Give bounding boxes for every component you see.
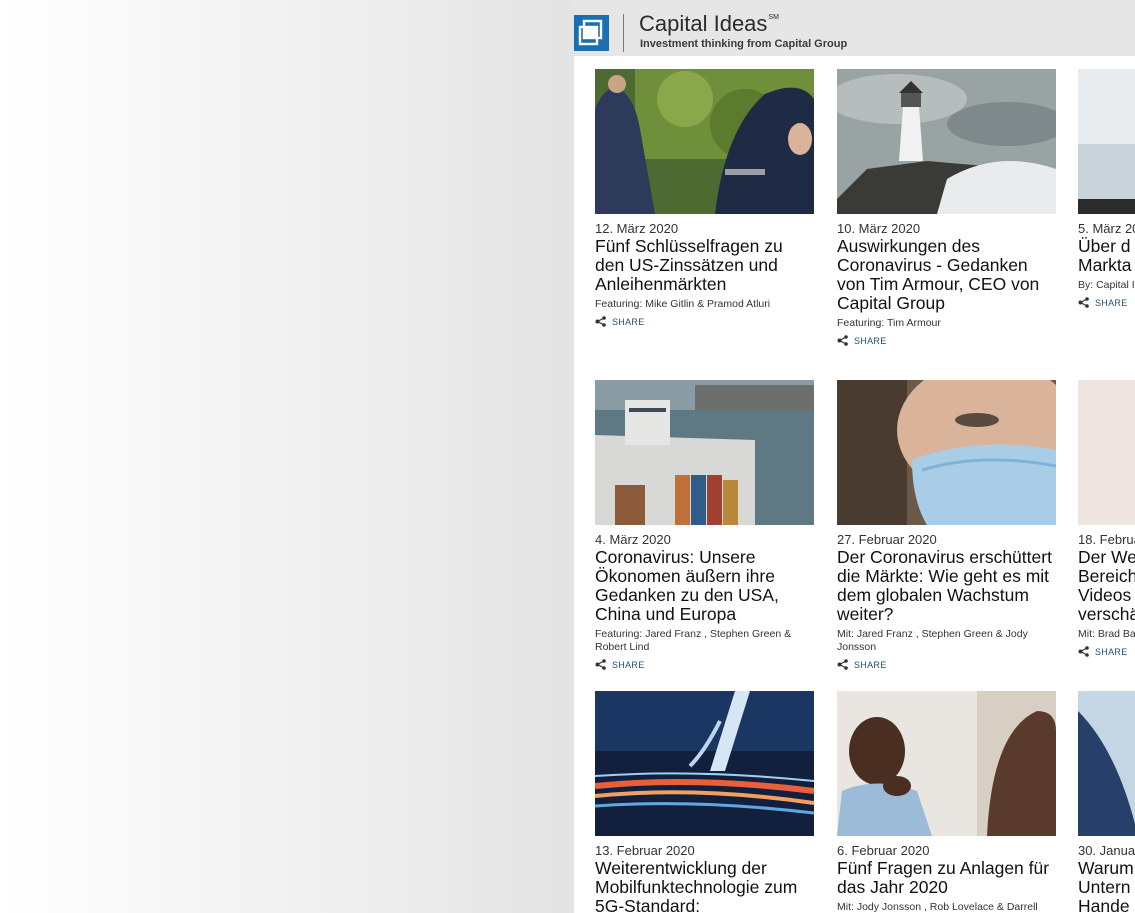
brand-subtitle: Investment thinking from Capital Group [640,38,848,50]
article-title[interactable]: Weiterentwicklung der Mobilfunktechnolog… [595,859,815,913]
article-author: Featuring: Jared Franz , Stephen Green &… [595,628,792,653]
site-header: Capital IdeasSM Investment thinking from… [574,0,1135,56]
share-icon [595,316,606,327]
share-icon [1078,297,1089,308]
article-image-container-ship[interactable] [595,380,814,525]
article-image-hikers[interactable] [595,69,814,214]
article-card[interactable]: 27. Februar 2020 Der Coronavirus erschüt… [837,380,1057,670]
share-icon [1078,646,1089,657]
share-label: SHARE [1095,297,1128,308]
article-title[interactable]: Fünf Fragen zu Anlagen für das Jahr 2020 [837,859,1057,897]
article-author: Mit: Jared Franz , Stephen Green & Jody … [837,628,1028,653]
article-date: 10. März 2020 [837,221,921,236]
article-image-office[interactable] [1078,69,1135,214]
article-title[interactable]: Über d Markta [1078,237,1135,275]
share-icon [837,335,848,346]
article-card[interactable]: 12. März 2020 Fünf Schlüsselfragen zu de… [595,69,815,327]
share-button[interactable]: SHARE [837,335,1057,346]
article-date: 30. Januar [1078,843,1135,858]
share-label: SHARE [612,659,645,670]
share-label: SHARE [1095,646,1128,657]
article-date: 5. März 20 [1078,221,1135,236]
article-image-thinking-man[interactable] [837,691,1056,836]
article-date: 12. März 2020 [595,221,679,236]
article-image-5g[interactable] [595,691,814,836]
article-title[interactable]: Fünf Schlüsselfragen zu den US-Zinssätze… [595,237,815,294]
share-icon [595,659,606,670]
article-image-woman-mask[interactable] [837,380,1056,525]
header-divider [623,14,624,52]
article-date: 4. März 2020 [595,532,671,547]
article-title[interactable]: Der Coronavirus erschüttert die Märkte: … [837,548,1057,624]
share-icon [837,659,848,670]
article-author: Featuring: Mike Gitlin & Pramod Atluri [595,298,771,310]
share-button[interactable]: SHARE [595,659,815,670]
article-card[interactable]: 13. Februar 2020 Weiterentwicklung der M… [595,691,815,913]
article-card[interactable]: 30. Januar Warum Untern Hande [1078,691,1135,913]
article-author: Featuring: Tim Armour [837,317,941,329]
article-image-blurred[interactable] [1078,380,1135,525]
article-card[interactable]: 6. Februar 2020 Fünf Fragen zu Anlagen f… [837,691,1057,913]
article-card[interactable]: 10. März 2020 Auswirkungen des Coronavir… [837,69,1057,346]
share-label: SHARE [854,659,887,670]
article-card[interactable]: 18. Februa Der We Bereich Videos verschä Mi… [1078,380,1135,657]
article-card[interactable]: 4. März 2020 Coronavirus: Unsere Ökonome… [595,380,815,670]
share-button[interactable]: SHARE [1078,646,1135,657]
article-date: 6. Februar 2020 [837,843,930,858]
article-date: 13. Februar 2020 [595,843,695,858]
share-label: SHARE [612,316,645,327]
share-label: SHARE [854,335,887,346]
capital-group-logo-icon[interactable] [574,15,609,51]
article-author: Mit: Jody Jonsson , Rob Lovelace & Darre… [837,901,1038,913]
article-date: 27. Februar 2020 [837,532,937,547]
article-panel: Capital IdeasSM Investment thinking from… [574,0,1135,913]
article-author: By: Capital I [1078,279,1135,291]
share-button[interactable]: SHARE [1078,297,1135,308]
share-button[interactable]: SHARE [595,316,815,327]
brand-title[interactable]: Capital IdeasSM [639,11,779,37]
article-image-ship-bow[interactable] [1078,691,1135,836]
article-title[interactable]: Auswirkungen des Coronavirus - Gedanken … [837,237,1057,313]
article-image-lighthouse[interactable] [837,69,1056,214]
share-button[interactable]: SHARE [837,659,1057,670]
article-date: 18. Februa [1078,532,1135,547]
article-title[interactable]: Coronavirus: Unsere Ökonomen äußern ihre… [595,548,815,624]
article-author: Mit: Brad Ba [1078,628,1135,640]
article-card[interactable]: 5. März 20 Über d Markta By: Capital I SH… [1078,69,1135,308]
article-title[interactable]: Der We Bereich Videos verschä [1078,548,1135,624]
article-title[interactable]: Warum Untern Hande [1078,859,1135,913]
